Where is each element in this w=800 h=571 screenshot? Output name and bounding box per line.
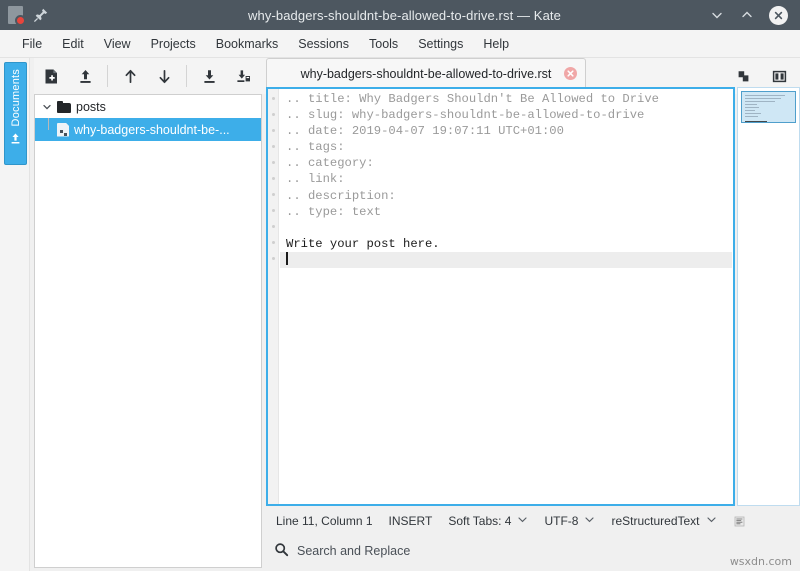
- minimap-viewport[interactable]: [741, 91, 796, 123]
- text-editor[interactable]: .. title: Why Badgers Shouldn't Be Allow…: [266, 87, 735, 506]
- documents-tab-label: Documents: [10, 69, 22, 126]
- upload-icon: [9, 132, 22, 150]
- window-controls: [709, 6, 800, 25]
- watermark: wsxdn.com: [730, 555, 792, 568]
- document-tab[interactable]: why-badgers-shouldnt-be-allowed-to-drive…: [266, 58, 586, 88]
- menu-sessions[interactable]: Sessions: [288, 34, 359, 54]
- toolbar-separator-2: [186, 65, 187, 87]
- tree-item-label: posts: [76, 100, 106, 114]
- code-line-5: .. category:: [286, 156, 374, 170]
- commit-push-button[interactable]: [68, 61, 102, 91]
- menu-bookmarks[interactable]: Bookmarks: [206, 34, 289, 54]
- code-line-7: .. description:: [286, 189, 396, 203]
- folder-icon: [57, 101, 71, 113]
- code-line-1: .. title: Why Badgers Shouldn't Be Allow…: [286, 92, 659, 106]
- next-button[interactable]: [147, 61, 181, 91]
- menu-tools[interactable]: Tools: [359, 34, 408, 54]
- document-tab-strip: why-badgers-shouldnt-be-allowed-to-drive…: [266, 58, 735, 88]
- tree-item-why-badgers[interactable]: why-badgers-shouldnt-be-...: [35, 118, 261, 141]
- search-icon: [274, 542, 289, 560]
- menu-edit[interactable]: Edit: [52, 34, 94, 54]
- tree-guide-line: [48, 118, 49, 130]
- project-file-tree[interactable]: posts why-badgers-shouldnt-be-...: [34, 94, 262, 568]
- menu-view[interactable]: View: [94, 34, 141, 54]
- menu-projects[interactable]: Projects: [141, 34, 206, 54]
- code-line-4: .. tags:: [286, 140, 345, 154]
- chevron-down-icon[interactable]: [41, 101, 52, 112]
- chevron-down-icon: [584, 514, 595, 528]
- highlight-mode-selector[interactable]: reStructuredText: [605, 512, 722, 530]
- document-tab-label: why-badgers-shouldnt-be-allowed-to-drive…: [301, 67, 552, 81]
- kate-window: why-badgers-shouldnt-be-allowed-to-drive…: [0, 0, 800, 571]
- code-line-6: .. link:: [286, 172, 345, 186]
- kate-document-icon: [8, 6, 25, 25]
- encoding-label: UTF-8: [544, 514, 578, 528]
- chevron-down-icon: [517, 514, 528, 528]
- search-and-replace-bar[interactable]: Search and Replace: [266, 538, 800, 564]
- menu-settings[interactable]: Settings: [408, 34, 473, 54]
- sidebar-tab-documents[interactable]: Documents: [4, 62, 27, 165]
- new-file-button[interactable]: [34, 61, 68, 91]
- checkout-button[interactable]: [226, 61, 260, 91]
- code-line-3: .. date: 2019-04-07 19:07:11 UTC+01:00: [286, 124, 564, 138]
- close-button[interactable]: [769, 6, 788, 25]
- file-icon: [57, 123, 69, 137]
- editor-gutter: [268, 89, 279, 504]
- lines-icon[interactable]: [727, 513, 752, 530]
- minimize-button[interactable]: [709, 7, 725, 23]
- code-line-10: Write your post here.: [286, 237, 440, 251]
- tab-settings-selector[interactable]: Soft Tabs: 4: [442, 512, 534, 530]
- close-icon[interactable]: [564, 67, 577, 80]
- status-bar: Line 11, Column 1 INSERT Soft Tabs: 4 UT…: [266, 508, 800, 534]
- left-dock-bar: Documents: [0, 58, 30, 571]
- code-line-2: .. slug: why-badgers-shouldnt-be-allowed…: [286, 108, 644, 122]
- maximize-button[interactable]: [739, 7, 755, 23]
- search-and-replace-label: Search and Replace: [297, 544, 410, 558]
- pin-icon[interactable]: [33, 7, 49, 23]
- tree-item-label: why-badgers-shouldnt-be-...: [74, 123, 230, 137]
- window-title: why-badgers-shouldnt-be-allowed-to-drive…: [100, 8, 709, 23]
- menu-help[interactable]: Help: [473, 34, 519, 54]
- encoding-selector[interactable]: UTF-8: [538, 512, 601, 530]
- cursor-position: Line 11, Column 1: [270, 512, 379, 530]
- editor-minimap-scrollbar[interactable]: [737, 87, 800, 506]
- code-line-8: .. type: text: [286, 205, 381, 219]
- tree-item-posts[interactable]: posts: [35, 95, 261, 118]
- previous-button[interactable]: [113, 61, 147, 91]
- menu-file[interactable]: File: [12, 34, 52, 54]
- tab-settings-label: Soft Tabs: 4: [448, 514, 511, 528]
- editor-text-area[interactable]: .. title: Why Badgers Shouldn't Be Allow…: [280, 91, 733, 504]
- chevron-down-icon: [706, 514, 717, 528]
- text-cursor: [286, 252, 288, 265]
- menu-bar: File Edit View Projects Bookmarks Sessio…: [0, 30, 800, 58]
- input-mode[interactable]: INSERT: [383, 512, 439, 530]
- title-bar: why-badgers-shouldnt-be-allowed-to-drive…: [0, 0, 800, 30]
- code-line-11-current: [280, 252, 732, 268]
- highlight-mode-label: reStructuredText: [611, 514, 699, 528]
- toolbar-separator: [107, 65, 108, 87]
- pull-button[interactable]: [192, 61, 226, 91]
